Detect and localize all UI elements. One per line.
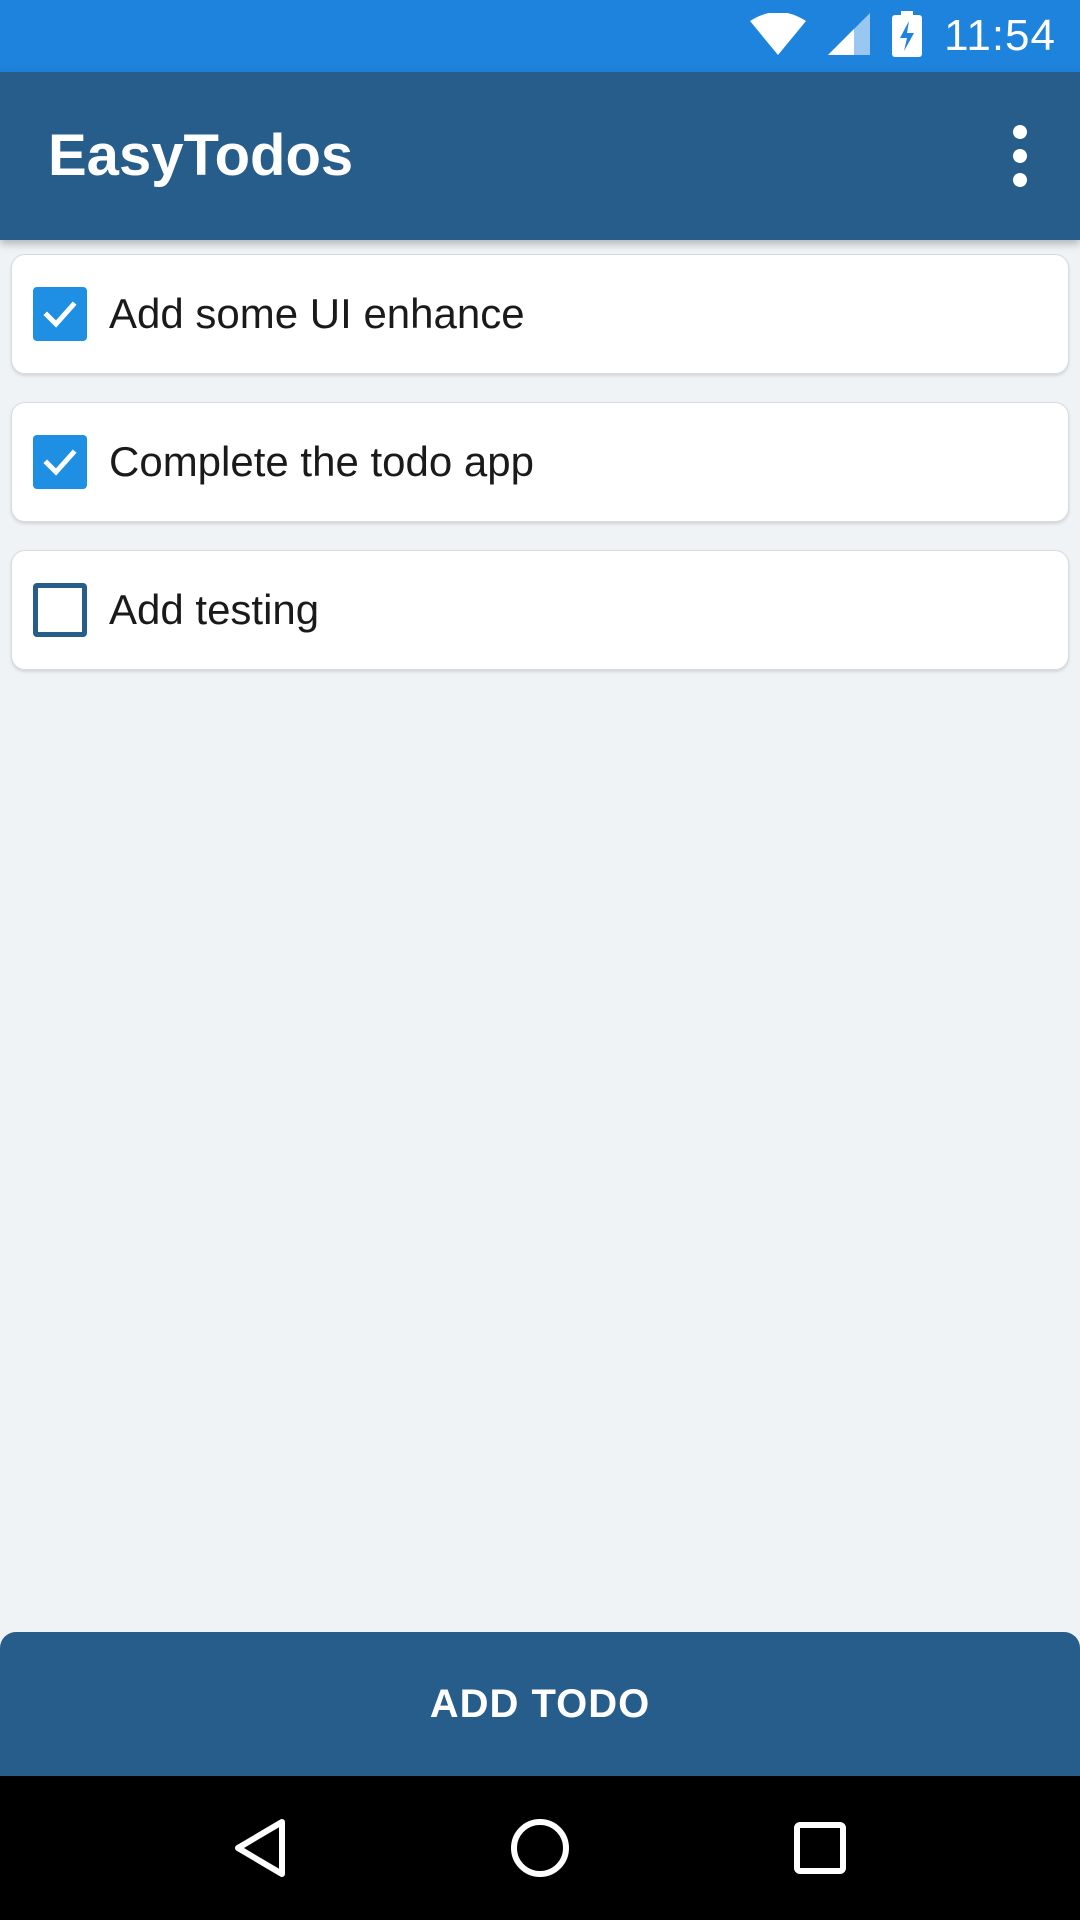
home-icon[interactable] [500, 1808, 580, 1888]
status-icons: 11:54 [750, 0, 1056, 72]
checkmark-icon [43, 301, 77, 328]
todo-label: Add some UI enhance [109, 290, 525, 337]
todo-item[interactable]: Add testing [11, 550, 1069, 670]
cell-signal-icon [828, 12, 871, 60]
more-vert-icon[interactable] [980, 116, 1060, 196]
todo-item[interactable]: Add some UI enhance [11, 254, 1069, 374]
todo-label: Add testing [109, 586, 320, 633]
recents-icon[interactable] [780, 1808, 860, 1888]
system-nav-bar [0, 1776, 1080, 1920]
status-time: 11:54 [944, 11, 1056, 60]
todo-list: Add some UI enhance Complete the todo ap… [11, 254, 1069, 698]
todo-checkbox-checked[interactable] [33, 435, 87, 489]
menu-dot [1013, 125, 1027, 139]
back-icon[interactable] [220, 1808, 300, 1888]
todo-checkbox-checked[interactable] [33, 287, 87, 341]
todo-label: Complete the todo app [109, 438, 534, 485]
menu-dot [1013, 173, 1027, 187]
add-todo-button[interactable]: ADD TODO [0, 1632, 1080, 1776]
todo-checkbox-unchecked[interactable] [33, 583, 87, 637]
todo-item[interactable]: Complete the todo app [11, 402, 1069, 522]
menu-dot [1013, 149, 1027, 163]
wifi-icon [750, 11, 807, 60]
checkmark-icon [43, 449, 77, 476]
app-title: EasyTodos [48, 123, 354, 188]
status-bar: 11:54 [0, 0, 1080, 72]
app-bar: EasyTodos [0, 72, 1080, 240]
battery-charging-icon [892, 10, 923, 62]
